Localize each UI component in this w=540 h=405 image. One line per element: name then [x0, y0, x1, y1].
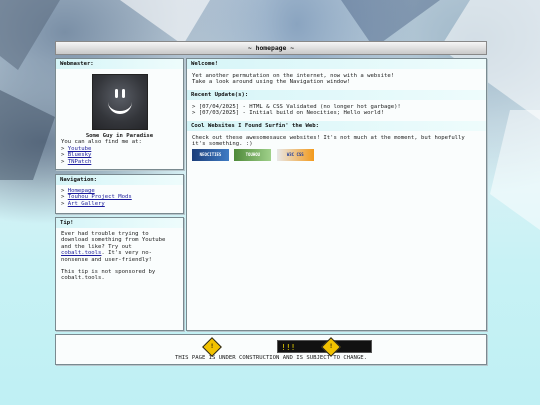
main-panel: Welcome! Yet another permutation on the …	[186, 58, 487, 331]
nav-item: > Art Gallery	[61, 200, 105, 207]
avatar-smile	[107, 95, 132, 114]
touhou-button[interactable]: TOUHOU	[234, 149, 272, 162]
welcome-heading: Welcome!	[187, 59, 486, 69]
updates-heading: Recent Update(s):	[187, 89, 486, 100]
construction-sign-glyph: !	[210, 343, 214, 350]
tip-note: This tip is not sponsored by cobalt.tool…	[61, 269, 156, 282]
navigation-panel: Navigation: > Homepage > Touhou Project …	[55, 174, 184, 214]
nav-link-art-gallery[interactable]: Art Gallery	[68, 201, 105, 207]
background-shard	[0, 0, 60, 70]
nav-link-touhou-mods[interactable]: Touhou Project Mods	[68, 194, 132, 200]
social-link-row: > TNPatch	[61, 158, 92, 165]
neocities-button[interactable]: NEOCITIES	[192, 149, 229, 162]
construction-panel: ! !!! ! THIS PAGE IS UNDER CONSTRUCTION …	[55, 334, 487, 365]
webmaster-panel: Webmaster: Some Guy in Paradise You can …	[55, 58, 184, 170]
tip-panel: Tip! Ever had trouble trying to download…	[55, 217, 184, 331]
construction-sign-icon: !	[202, 337, 222, 357]
nav-link-homepage[interactable]: Homepage	[68, 188, 95, 194]
cobalt-link[interactable]: cobalt.tools	[61, 250, 101, 256]
background-shard	[120, 0, 210, 45]
construction-sign-glyph: !	[329, 343, 333, 350]
background-shard	[490, 110, 540, 230]
construction-banner: ! !!! !	[56, 337, 486, 357]
background-shard	[0, 90, 55, 180]
w3c-css-button[interactable]: W3C CSS	[276, 149, 314, 162]
navigation-heading: Navigation:	[56, 175, 183, 185]
cool-sites-text: Check out these awesomesauce websites! I…	[192, 134, 465, 148]
tip-text: Ever had trouble trying to download some…	[61, 231, 178, 263]
youtube-link[interactable]: Youtube	[68, 146, 92, 152]
construction-notice: THIS PAGE IS UNDER CONSTRUCTION AND IS S…	[175, 355, 367, 361]
site-buttons: NEOCITIES TOUHOU W3C CSS	[192, 149, 481, 162]
tnpatch-link[interactable]: TNPatch	[68, 159, 92, 165]
update-item: > [07/03/2025] - Initial build on Neocit…	[192, 110, 384, 117]
tip-heading: Tip!	[56, 218, 183, 228]
bluesky-link[interactable]: Bluesky	[68, 152, 92, 158]
cool-sites-heading: Cool Websites I Found Surfin' the Web:	[187, 120, 486, 131]
avatar	[91, 74, 148, 130]
welcome-line: Take a look around using the Navigation …	[192, 79, 351, 86]
page-title: ~ homepage ~	[55, 41, 487, 55]
tip-text-start: Ever had trouble trying to download some…	[61, 231, 166, 250]
webmaster-heading: Webmaster:	[56, 59, 183, 69]
